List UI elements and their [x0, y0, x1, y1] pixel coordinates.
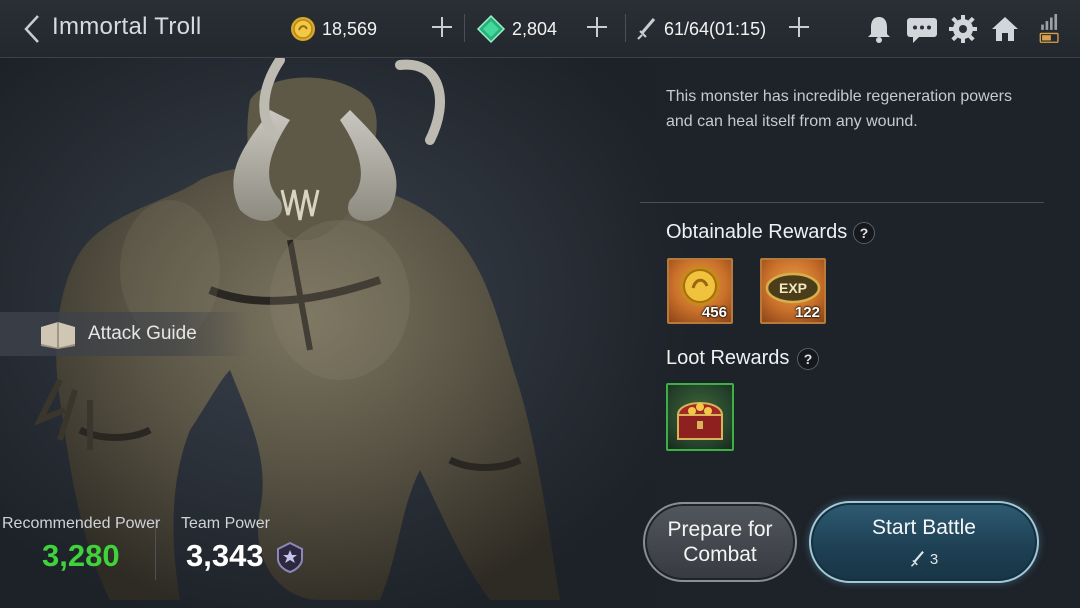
gem-value: 2,804 [512, 18, 558, 39]
prepare-label-line1: Prepare for [667, 518, 773, 541]
team-power-label: Team Power [181, 515, 270, 532]
chat-icon[interactable] [905, 14, 939, 44]
page-title: Immortal Troll [52, 13, 202, 40]
bell-icon[interactable] [864, 14, 894, 44]
stamina-counter: 61/64(01:15) [636, 12, 766, 46]
obtainable-rewards-title: Obtainable Rewards [666, 221, 848, 243]
home-icon[interactable] [990, 14, 1020, 44]
stamina-sword-icon [637, 18, 656, 40]
start-battle-button[interactable]: Start Battle 3 [809, 501, 1039, 583]
gem-counter: 2,804 [476, 12, 557, 46]
prepare-button-label: Prepare for Combat [667, 517, 772, 567]
monster-description: This monster has incredible regeneration… [666, 88, 1012, 130]
add-stamina-button[interactable] [788, 16, 810, 38]
gold-value: 18,569 [322, 18, 378, 39]
gold-counter: 18,569 [290, 12, 377, 46]
start-battle-cost-value: 3 [929, 550, 939, 568]
team-power-value: 3,343 [186, 538, 264, 573]
gem-icon [476, 14, 506, 44]
book-icon [41, 322, 75, 349]
loot-rewards-help-icon[interactable]: ? [797, 348, 819, 370]
reward-gold-count: 456 [701, 304, 727, 321]
back-arrow-icon[interactable] [20, 14, 44, 44]
add-gold-button[interactable] [431, 16, 453, 38]
start-battle-cost: 3 [811, 550, 1037, 568]
reward-gold[interactable]: 456 [667, 258, 733, 324]
start-battle-label: Start Battle [872, 516, 976, 539]
add-gem-button[interactable] [586, 16, 608, 38]
loot-item[interactable] [666, 383, 734, 451]
attack-guide-button[interactable]: Attack Guide [0, 312, 250, 356]
exp-label: EXP [778, 280, 807, 296]
treasure-chest-icon [676, 402, 724, 440]
gold-coin-icon [291, 17, 315, 41]
recommended-power-value: 3,280 [42, 538, 120, 573]
divider [464, 14, 465, 42]
top-bar: Immortal Troll 18,569 2,804 61/64(01:15) [0, 0, 1080, 58]
signal-battery-icon [1039, 14, 1059, 43]
divider [640, 202, 1044, 203]
prepare-for-combat-button[interactable]: Prepare for Combat [643, 502, 797, 582]
divider [155, 518, 156, 580]
divider [625, 14, 626, 42]
stamina-value: 61/64(01:15) [664, 18, 767, 39]
reward-exp[interactable]: EXP 122 [760, 258, 826, 324]
loot-rewards-title: Loot Rewards [666, 347, 790, 369]
prepare-label-line2: Combat [683, 543, 757, 566]
stamina-sword-icon [910, 551, 924, 567]
shield-icon[interactable] [274, 541, 306, 573]
gear-icon[interactable] [948, 14, 978, 44]
recommended-power-label: Recommended Power [2, 515, 161, 532]
obtainable-rewards-help-icon[interactable]: ? [853, 222, 875, 244]
attack-guide-label: Attack Guide [88, 323, 197, 344]
reward-exp-count: 122 [794, 304, 820, 321]
